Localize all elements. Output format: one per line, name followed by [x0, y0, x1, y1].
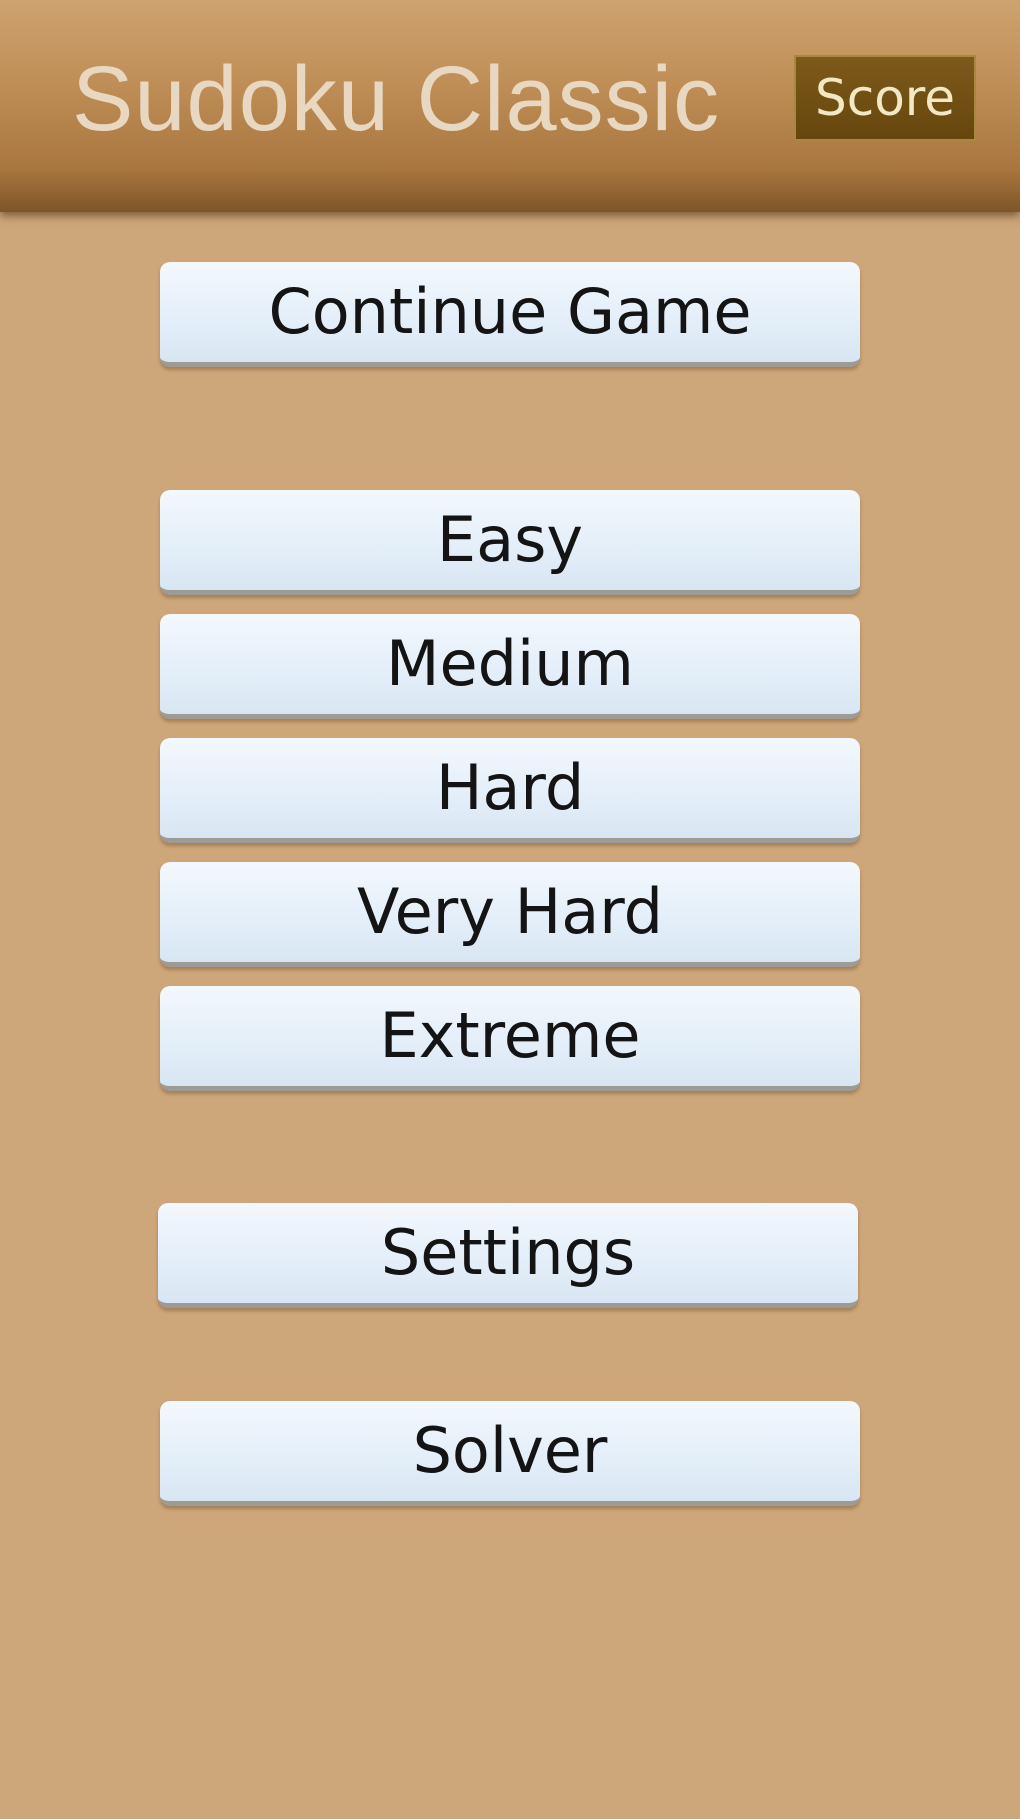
continue-game-button[interactable]: Continue Game	[160, 262, 860, 367]
score-button[interactable]: Score	[794, 55, 976, 141]
extreme-button[interactable]: Extreme	[160, 986, 860, 1091]
app-title: Sudoku Classic	[72, 48, 721, 150]
solver-button[interactable]: Solver	[160, 1401, 860, 1506]
app-header: Sudoku Classic Score	[0, 0, 1020, 212]
medium-button[interactable]: Medium	[160, 614, 860, 719]
hard-button[interactable]: Hard	[160, 738, 860, 843]
very-hard-button[interactable]: Very Hard	[160, 862, 860, 967]
settings-button[interactable]: Settings	[158, 1203, 858, 1308]
easy-button[interactable]: Easy	[160, 490, 860, 595]
